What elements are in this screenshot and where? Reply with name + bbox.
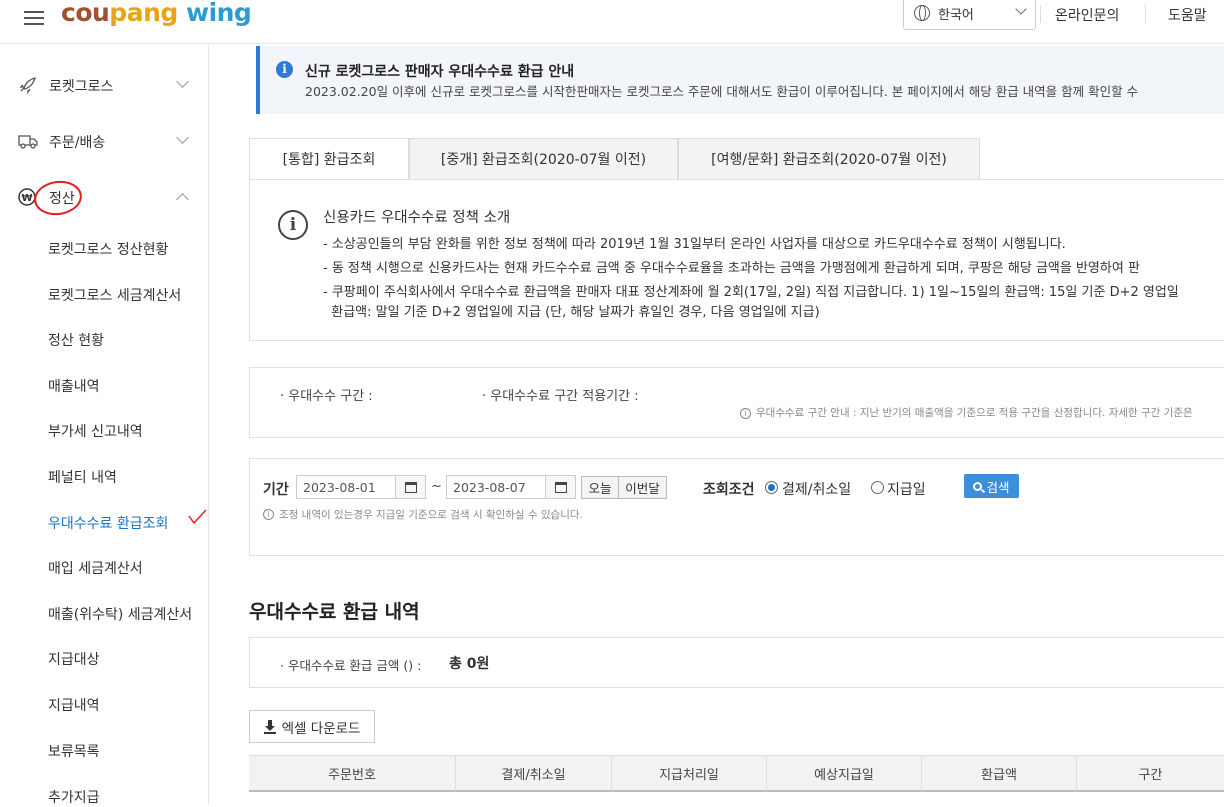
sidebar-item-penalty[interactable]: 페널티 내역: [48, 467, 117, 487]
table-header-cell[interactable]: 환급액: [922, 756, 1077, 791]
svg-text:₩: ₩: [21, 193, 32, 204]
sidebar-item-purchase-tax-invoice[interactable]: 매입 세금계산서: [48, 558, 143, 578]
info-circle-icon: i: [278, 210, 308, 240]
tab-brokerage-refund[interactable]: [중개] 환급조회(2020-07월 이전): [409, 138, 678, 180]
sidebar-item-rocket-growth-tax-invoice[interactable]: 로켓그로스 세금계산서: [48, 285, 181, 305]
help-link[interactable]: 도움말: [1168, 5, 1207, 25]
sidebar-item-settlement-status[interactable]: 정산 현황: [48, 330, 104, 350]
refund-total-value: 총 0원: [449, 656, 490, 672]
info-icon: i: [276, 61, 293, 78]
search-icon: [973, 481, 983, 491]
refund-total-box: · 우대수수료 환급 금액 () : 총 0원: [249, 637, 1224, 688]
chevron-down-icon: [1015, 3, 1027, 15]
calendar-icon[interactable]: [545, 476, 575, 498]
chevron-up-icon: [176, 193, 189, 206]
radio-label[interactable]: 지급일: [887, 479, 926, 499]
radio-label[interactable]: 결제/취소일: [782, 479, 851, 499]
sidebar-group-settlement[interactable]: ₩ 정산: [0, 177, 209, 217]
top-bar: coupang wing 한국어 온라인문의 도움말: [0, 0, 1224, 44]
policy-title: 신용카드 우대수수료 정책 소개: [323, 210, 511, 226]
online-inquiry-link[interactable]: 온라인문의: [1055, 5, 1119, 25]
sidebar-item-rocket-growth-settlement[interactable]: 로켓그로스 정산현황: [48, 239, 168, 259]
sidebar-item-payment-target[interactable]: 지급대상: [48, 649, 100, 669]
table-header-cell[interactable]: 예상지급일: [767, 756, 922, 791]
refund-total-label: · 우대수수료 환급 금액 () :: [280, 658, 422, 673]
sidebar-item-hold-list[interactable]: 보류목록: [48, 741, 100, 761]
calendar-icon[interactable]: [395, 476, 425, 498]
sidebar-item-vat-report[interactable]: 부가세 신고내역: [48, 421, 143, 441]
sidebar-item-payment-history[interactable]: 지급내역: [48, 695, 100, 715]
chevron-down-icon: [176, 131, 189, 144]
sidebar-group-rocket-growth[interactable]: 로켓그로스: [0, 65, 209, 105]
divider: [1040, 5, 1041, 23]
info-icon: i: [263, 509, 274, 520]
this-month-button[interactable]: 이번달: [618, 476, 667, 499]
start-date-value: 2023-08-01: [303, 479, 376, 495]
globe-icon: [914, 5, 930, 21]
policy-line: - 동 정책 시행으로 신용카드사는 현재 카드수수료 금액 중 우대수수료율을…: [323, 261, 1140, 276]
chevron-down-icon: [176, 75, 189, 88]
fee-tier-box: · 우대수수 구간 : · 우대수수료 구간 적용기간 : i 우대수수료 구간 …: [249, 367, 1224, 438]
table-header-cell[interactable]: 지급처리일: [612, 756, 767, 791]
notice-title: 신규 로켓그로스 판매자 우대수수료 환급 안내: [305, 64, 575, 80]
sidebar-item-sales-history[interactable]: 매출내역: [48, 376, 100, 396]
radio-payout-date[interactable]: [871, 481, 884, 494]
language-value: 한국어: [938, 7, 974, 23]
hamburger-menu-icon[interactable]: [24, 11, 44, 25]
sidebar-group-label: 로켓그로스: [49, 79, 114, 95]
policy-line: - 쿠팡페이 주식회사에서 우대수수료 환급액을 판매자 대표 정산계좌에 월 …: [323, 285, 1179, 300]
red-check-annotation: [188, 509, 207, 525]
fee-tier-period-label: · 우대수수료 구간 적용기간 :: [482, 389, 639, 404]
start-date-field[interactable]: 2023-08-01: [296, 475, 426, 499]
refund-table-header: 주문번호 결제/취소일 지급처리일 예상지급일 환급액 구간: [249, 755, 1224, 792]
filter-note: i 조정 내역이 있는경우 지급일 기준으로 검색 시 확인하실 수 있습니다.: [263, 507, 583, 522]
today-button[interactable]: 오늘: [581, 476, 619, 499]
sidebar-item-consignment-tax-invoice[interactable]: 매출(위수탁) 세금계산서: [48, 604, 192, 624]
tab-travel-culture-refund[interactable]: [여행/문화] 환급조회(2020-07월 이전): [678, 138, 980, 180]
truck-icon: [18, 135, 38, 149]
divider: [1145, 5, 1146, 23]
search-condition-label: 조회조건: [703, 482, 755, 498]
period-label: 기간: [263, 482, 289, 498]
sidebar-group-label: 주문/배송: [49, 135, 106, 151]
date-range-separator: ~: [431, 479, 442, 494]
fee-tier-note: i 우대수수료 구간 안내 : 지난 반기의 매출액을 기준으로 적용 구간을 산…: [740, 405, 1193, 420]
table-header-cell[interactable]: 구간: [1077, 756, 1224, 791]
sidebar-item-additional-payment[interactable]: 추가지급: [48, 787, 100, 807]
excel-download-button[interactable]: 엑셀 다운로드: [249, 710, 375, 743]
refund-history-title: 우대수수료 환급 내역: [249, 601, 420, 623]
info-icon: i: [740, 408, 751, 419]
radio-payment-cancel-date[interactable]: [765, 481, 778, 494]
table-header-cell[interactable]: 주문번호: [249, 756, 456, 791]
policy-line: 환급액: 말일 기준 D+2 영업일에 지급 (단, 해당 날짜가 휴일인 경우…: [323, 305, 820, 320]
search-button[interactable]: 검색: [964, 474, 1019, 498]
search-filter-box: 기간 2023-08-01 ~ 2023-08-07 오늘 이번달 조회조건 결…: [249, 458, 1224, 556]
notice-text: 2023.02.20일 이후에 신규로 로켓그로스를 시작한판매자는 로켓그로스…: [305, 84, 1139, 99]
policy-line: - 소상공인들의 부담 완화를 위한 정보 정책에 따라 2019년 1월 31…: [323, 237, 1066, 252]
tab-integrated-refund[interactable]: [통합] 환급조회: [249, 138, 409, 180]
end-date-field[interactable]: 2023-08-07: [446, 475, 576, 499]
notice-banner: i 신규 로켓그로스 판매자 우대수수료 환급 안내 2023.02.20일 이…: [256, 46, 1224, 114]
sidebar-group-order-shipping[interactable]: 주문/배송: [0, 121, 209, 161]
policy-info-box: i 신용카드 우대수수료 정책 소개 - 소상공인들의 부담 완화를 위한 정보…: [249, 179, 1224, 341]
sidebar-item-preferential-fee-refund[interactable]: 우대수수료 환급조회: [48, 513, 168, 533]
fee-tier-range-label: · 우대수수 구간 :: [280, 389, 373, 404]
end-date-value: 2023-08-07: [453, 479, 526, 495]
download-icon: [263, 719, 276, 734]
coupang-wing-logo[interactable]: coupang wing: [61, 0, 252, 27]
sidebar: 로켓그로스 주문/배송 ₩ 정산 로켓그로스 정산현황 로켓그로스 세금계산서 …: [0, 45, 209, 807]
table-header-cell[interactable]: 결제/취소일: [456, 756, 612, 791]
language-select[interactable]: 한국어: [903, 0, 1036, 30]
rocket-icon: [19, 77, 36, 94]
